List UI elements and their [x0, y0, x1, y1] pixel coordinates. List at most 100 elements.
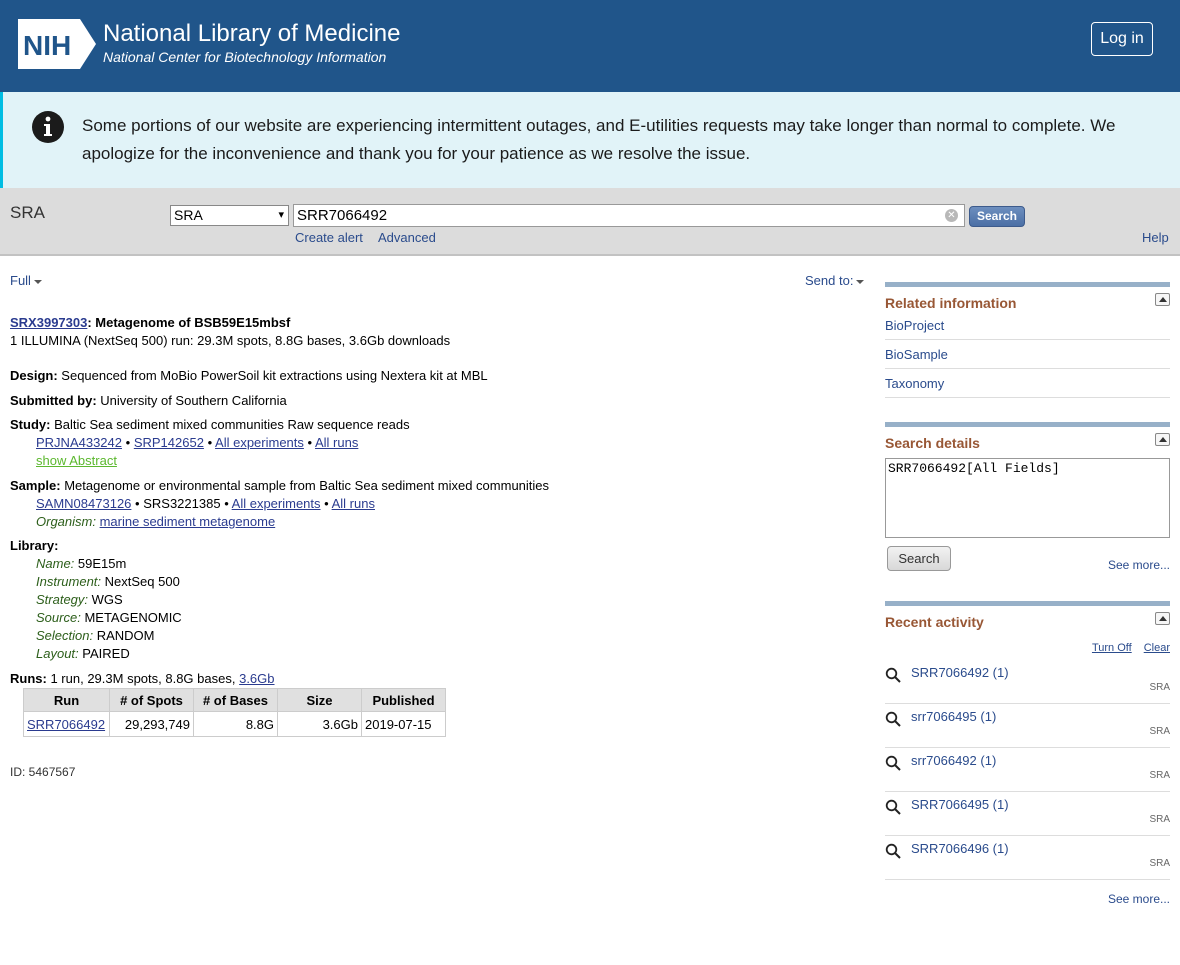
search-details-see-more-link[interactable]: See more... — [1108, 558, 1170, 572]
site-title[interactable]: National Library of Medicine — [103, 20, 400, 48]
study-all-runs-link[interactable]: All runs — [315, 435, 358, 450]
collapse-icon[interactable] — [1155, 293, 1170, 306]
recent-activity-db: SRA — [1149, 682, 1170, 693]
recent-activity-link[interactable]: SRR7066496 (1) — [911, 841, 1009, 856]
sample-all-runs-link[interactable]: All runs — [332, 496, 375, 511]
portlet-divider — [885, 601, 1170, 606]
design-row: Design: Sequenced from MoBio PowerSoil k… — [10, 368, 488, 383]
recent-activity-db: SRA — [1149, 814, 1170, 825]
search-details-textarea[interactable]: SRR7066492[All Fields] — [885, 458, 1170, 538]
library-field-label: Source: — [36, 610, 81, 625]
clear-search-icon[interactable]: ✕ — [945, 209, 958, 222]
clear-link[interactable]: Clear — [1144, 642, 1170, 654]
recent-activity-item[interactable]: srr7066495 (1) SRA — [885, 704, 1170, 748]
study-all-experiments-link[interactable]: All experiments — [215, 435, 304, 450]
format-dropdown-label: Full — [10, 273, 31, 288]
recent-activity-db: SRA — [1149, 858, 1170, 869]
related-item-biosample[interactable]: BioSample — [885, 340, 1170, 369]
submitted-label: Submitted by: — [10, 393, 97, 408]
help-link[interactable]: Help — [1142, 230, 1169, 245]
database-label: SRA — [10, 203, 45, 222]
search-input-value: SRR7066492 — [297, 207, 388, 224]
recent-activity-item[interactable]: SRR7066495 (1) SRA — [885, 792, 1170, 836]
create-alert-link[interactable]: Create alert — [295, 230, 363, 245]
separator: • — [207, 435, 213, 450]
send-to-dropdown[interactable]: Send to: — [805, 273, 865, 288]
organism-row: Organism: marine sediment metagenome — [36, 514, 275, 529]
separator: • — [125, 435, 131, 450]
nih-logo[interactable]: NIH — [18, 19, 96, 69]
library-field-value: NextSeq 500 — [104, 574, 180, 589]
run-accession-link[interactable]: SRR7066492 — [27, 717, 105, 732]
portlet-divider — [885, 282, 1170, 287]
library-field-label: Strategy: — [36, 592, 89, 607]
chevron-down-icon: ▾ — [278, 209, 284, 221]
format-dropdown[interactable]: Full — [10, 273, 42, 288]
submitted-row: Submitted by: University of Southern Cal… — [10, 393, 287, 408]
database-select[interactable]: SRA ▾ — [170, 205, 289, 226]
recent-activity-title[interactable]: Recent activity — [885, 612, 1170, 630]
library-field: Strategy: WGS — [36, 592, 123, 607]
recent-activity-link[interactable]: srr7066492 (1) — [911, 753, 996, 768]
search-button[interactable]: Search — [969, 206, 1025, 227]
biosample-link[interactable]: SAMN08473126 — [36, 496, 131, 511]
library-field-value: 59E15m — [77, 556, 127, 571]
organism-label: Organism: — [36, 514, 96, 529]
library-field-value: METAGENOMIC — [84, 610, 182, 625]
show-abstract-row: show Abstract — [36, 453, 117, 468]
design-value: Sequenced from MoBio PowerSoil kit extra… — [61, 368, 488, 383]
turn-off-link[interactable]: Turn Off — [1092, 642, 1132, 654]
recent-activity-link[interactable]: srr7066495 (1) — [911, 709, 996, 724]
library-field-label: Selection: — [36, 628, 94, 643]
record-title-text: : Metagenome of BSB59E15mbsf — [87, 315, 291, 330]
search-details-title[interactable]: Search details — [885, 433, 1170, 451]
recent-activity-item[interactable]: SRR7066496 (1) SRA — [885, 836, 1170, 880]
separator: • — [224, 496, 229, 511]
login-button[interactable]: Log in — [1091, 22, 1153, 56]
column-header: # of Spots — [109, 688, 194, 712]
recent-activity-link[interactable]: SRR7066492 (1) — [911, 665, 1009, 680]
study-label: Study: — [10, 417, 51, 432]
runs-summary: 1 run, 29.3M spots, 8.8G bases, — [50, 671, 236, 686]
runs-size-link[interactable]: 3.6Gb — [239, 671, 274, 686]
search-icon — [885, 711, 901, 727]
collapse-icon[interactable] — [1155, 433, 1170, 446]
database-select-value: SRA — [174, 207, 203, 223]
search-icon — [885, 755, 901, 771]
search-input[interactable]: SRR7066492 ✕ — [293, 204, 965, 227]
sidebar: Related information BioProject BioSample… — [885, 282, 1170, 906]
organism-link[interactable]: marine sediment metagenome — [100, 514, 276, 529]
library-field-value: RANDOM — [96, 628, 155, 643]
library-field-label: Layout: — [36, 646, 79, 661]
recent-activity-list: SRR7066492 (1) SRA srr7066495 (1) SRA srr706… — [885, 660, 1170, 880]
recent-activity-link[interactable]: SRR7066495 (1) — [911, 797, 1009, 812]
separator: • — [324, 496, 329, 511]
chevron-down-icon — [33, 279, 42, 284]
spots-cell: 29,293,749 — [109, 711, 194, 737]
search-bar: SRA SRA ▾ SRR7066492 ✕ Search Create ale… — [0, 188, 1180, 256]
recent-activity-item[interactable]: SRR7066492 (1) SRA — [885, 660, 1170, 704]
experiment-accession-link[interactable]: SRX3997303 — [10, 315, 87, 330]
runs-table-header: Run # of Spots # of Bases Size Published — [23, 688, 446, 712]
record-title: SRX3997303: Metagenome of BSB59E15mbsf — [10, 315, 290, 330]
srp-link[interactable]: SRP142652 — [134, 435, 204, 450]
collapse-icon[interactable] — [1155, 612, 1170, 625]
search-details-search-button[interactable]: Search — [887, 546, 951, 571]
advanced-search-link[interactable]: Advanced — [378, 230, 436, 245]
library-field: Layout: PAIRED — [36, 646, 130, 661]
related-item-bioproject[interactable]: BioProject — [885, 311, 1170, 340]
sample-row: Sample: Metagenome or environmental samp… — [10, 478, 549, 493]
recent-activity-db: SRA — [1149, 726, 1170, 737]
info-icon — [32, 111, 64, 143]
library-field: Name: 59E15m — [36, 556, 126, 571]
recent-activity-db: SRA — [1149, 770, 1170, 781]
column-header: # of Bases — [193, 688, 278, 712]
show-abstract-link[interactable]: show Abstract — [36, 453, 117, 468]
related-item-taxonomy[interactable]: Taxonomy — [885, 369, 1170, 398]
recent-activity-item[interactable]: srr7066492 (1) SRA — [885, 748, 1170, 792]
sample-all-experiments-link[interactable]: All experiments — [232, 496, 321, 511]
design-label: Design: — [10, 368, 58, 383]
related-information-title[interactable]: Related information — [885, 293, 1170, 311]
recent-activity-see-more-link[interactable]: See more... — [885, 892, 1170, 906]
bioproject-link[interactable]: PRJNA433242 — [36, 435, 122, 450]
